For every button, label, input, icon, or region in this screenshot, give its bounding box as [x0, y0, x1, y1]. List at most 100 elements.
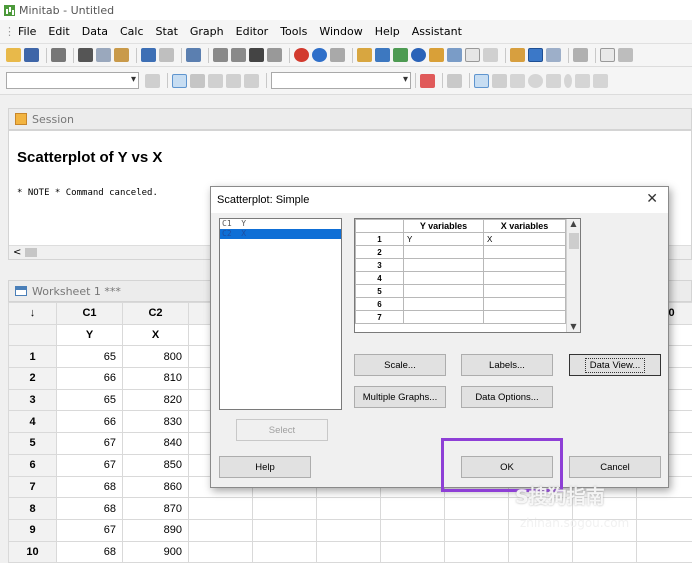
copy-icon[interactable] [96, 48, 111, 62]
grid-vertical-scrollbar[interactable]: ▲ ▼ [566, 219, 580, 332]
menu-window[interactable]: Window [319, 25, 362, 38]
cell-x[interactable]: 870 [123, 498, 189, 520]
menu-edit[interactable]: Edit [48, 25, 69, 38]
cell-x[interactable]: 800 [123, 346, 189, 368]
report-icon[interactable] [429, 48, 444, 62]
cancel-button[interactable]: Cancel [569, 456, 661, 478]
scroll-thumb[interactable] [569, 233, 579, 249]
column-header-c1[interactable]: C1 [57, 303, 123, 325]
row-number[interactable]: 2 [9, 368, 57, 390]
table-icon[interactable] [528, 48, 543, 62]
help-button[interactable]: Help [219, 456, 311, 478]
row-number[interactable]: 6 [9, 454, 57, 476]
variable-item-c1[interactable]: C1 Y [220, 219, 341, 229]
duplicate-icon[interactable] [573, 48, 588, 62]
cell[interactable] [381, 498, 445, 520]
print-icon[interactable] [51, 48, 66, 62]
cell[interactable] [189, 519, 253, 541]
row-number[interactable]: 9 [9, 519, 57, 541]
y-variable-cell[interactable]: Y [404, 233, 484, 246]
cell[interactable] [445, 498, 509, 520]
line-tool-icon[interactable] [546, 74, 561, 88]
menu-file[interactable]: File [18, 25, 36, 38]
x-variable-cell[interactable] [484, 246, 566, 259]
scroll-thumb[interactable] [25, 248, 37, 257]
paste-icon[interactable] [114, 48, 129, 62]
insert-cells-icon[interactable] [186, 48, 201, 62]
x-variable-cell[interactable] [484, 285, 566, 298]
cell[interactable] [445, 519, 509, 541]
y-variable-cell[interactable] [404, 285, 484, 298]
sigma-icon[interactable] [330, 48, 345, 62]
crosshair-icon[interactable] [208, 74, 223, 88]
data-view-button[interactable]: Data View... [569, 354, 661, 376]
cell-x[interactable]: 900 [123, 541, 189, 563]
text-tool-icon[interactable] [492, 74, 507, 88]
x-variable-cell[interactable] [484, 311, 566, 324]
cell-y[interactable]: 66 [57, 411, 123, 433]
multiple-graphs-button[interactable]: Multiple Graphs... [354, 386, 446, 408]
row-number[interactable]: 3 [9, 389, 57, 411]
menu-graph[interactable]: Graph [190, 25, 224, 38]
cell[interactable] [189, 541, 253, 563]
ellipse-tool-icon[interactable] [528, 74, 543, 88]
filter-icon[interactable] [226, 74, 241, 88]
menu-calc[interactable]: Calc [120, 25, 144, 38]
cell[interactable] [317, 519, 381, 541]
cell-y[interactable]: 67 [57, 519, 123, 541]
zoom-icon[interactable] [447, 74, 462, 88]
annotation-select-icon[interactable] [474, 74, 489, 88]
cell-y[interactable]: 67 [57, 433, 123, 455]
brush-icon[interactable] [190, 74, 205, 88]
variable-list[interactable]: C1 Y C2 X [219, 218, 342, 410]
x-variable-cell[interactable] [484, 272, 566, 285]
help-icon[interactable] [312, 48, 327, 62]
cell[interactable] [637, 519, 692, 541]
menu-assistant[interactable]: Assistant [412, 25, 462, 38]
rectangle-tool-icon[interactable] [510, 74, 525, 88]
data-options-button[interactable]: Data Options... [461, 386, 553, 408]
row-number[interactable]: 7 [9, 476, 57, 498]
variable-item-c2[interactable]: C2 X [220, 229, 341, 239]
x-variable-cell[interactable] [484, 298, 566, 311]
cell-x[interactable]: 820 [123, 389, 189, 411]
y-variable-cell[interactable] [404, 298, 484, 311]
cell-y[interactable]: 67 [57, 454, 123, 476]
new-document-icon[interactable] [465, 48, 480, 62]
menu-stat[interactable]: Stat [156, 25, 178, 38]
text-font-dropdown[interactable] [271, 72, 411, 89]
dialog-titlebar[interactable]: Scatterplot: Simple [211, 187, 668, 213]
variables-grid[interactable]: Y variables X variables 1YX 2 3 4 5 6 7 … [354, 218, 581, 333]
replace-icon[interactable] [267, 48, 282, 62]
cell[interactable] [637, 541, 692, 563]
menu-editor[interactable]: Editor [236, 25, 269, 38]
cell[interactable] [637, 498, 692, 520]
cell-y[interactable]: 68 [57, 476, 123, 498]
menu-data[interactable]: Data [82, 25, 108, 38]
row-number[interactable]: 5 [9, 433, 57, 455]
y-variable-cell[interactable] [404, 311, 484, 324]
y-variable-cell[interactable] [404, 259, 484, 272]
scroll-down-arrow-icon[interactable]: ▼ [567, 322, 580, 331]
close-icon[interactable]: ✕ [646, 191, 658, 207]
menu-tools[interactable]: Tools [280, 25, 307, 38]
cell-y[interactable]: 68 [57, 498, 123, 520]
formula-icon[interactable] [600, 48, 615, 62]
select-pointer-icon[interactable] [172, 74, 187, 88]
column-name-y[interactable]: Y [57, 324, 123, 346]
select-button[interactable]: Select [236, 419, 328, 441]
cell-y[interactable]: 65 [57, 389, 123, 411]
graph-folder-icon[interactable] [393, 48, 408, 62]
scroll-left-arrow[interactable]: < [13, 247, 21, 258]
info-icon[interactable] [411, 48, 426, 62]
x-variable-cell[interactable] [484, 259, 566, 272]
cell[interactable] [253, 498, 317, 520]
cell[interactable] [317, 541, 381, 563]
cell-x[interactable]: 830 [123, 411, 189, 433]
more-tools-icon[interactable] [618, 48, 633, 62]
cell[interactable] [189, 498, 253, 520]
graph-brush-icon[interactable] [510, 48, 525, 62]
polyline-tool-icon[interactable] [575, 74, 590, 88]
session-window-icon[interactable] [357, 48, 372, 62]
cell[interactable] [317, 498, 381, 520]
